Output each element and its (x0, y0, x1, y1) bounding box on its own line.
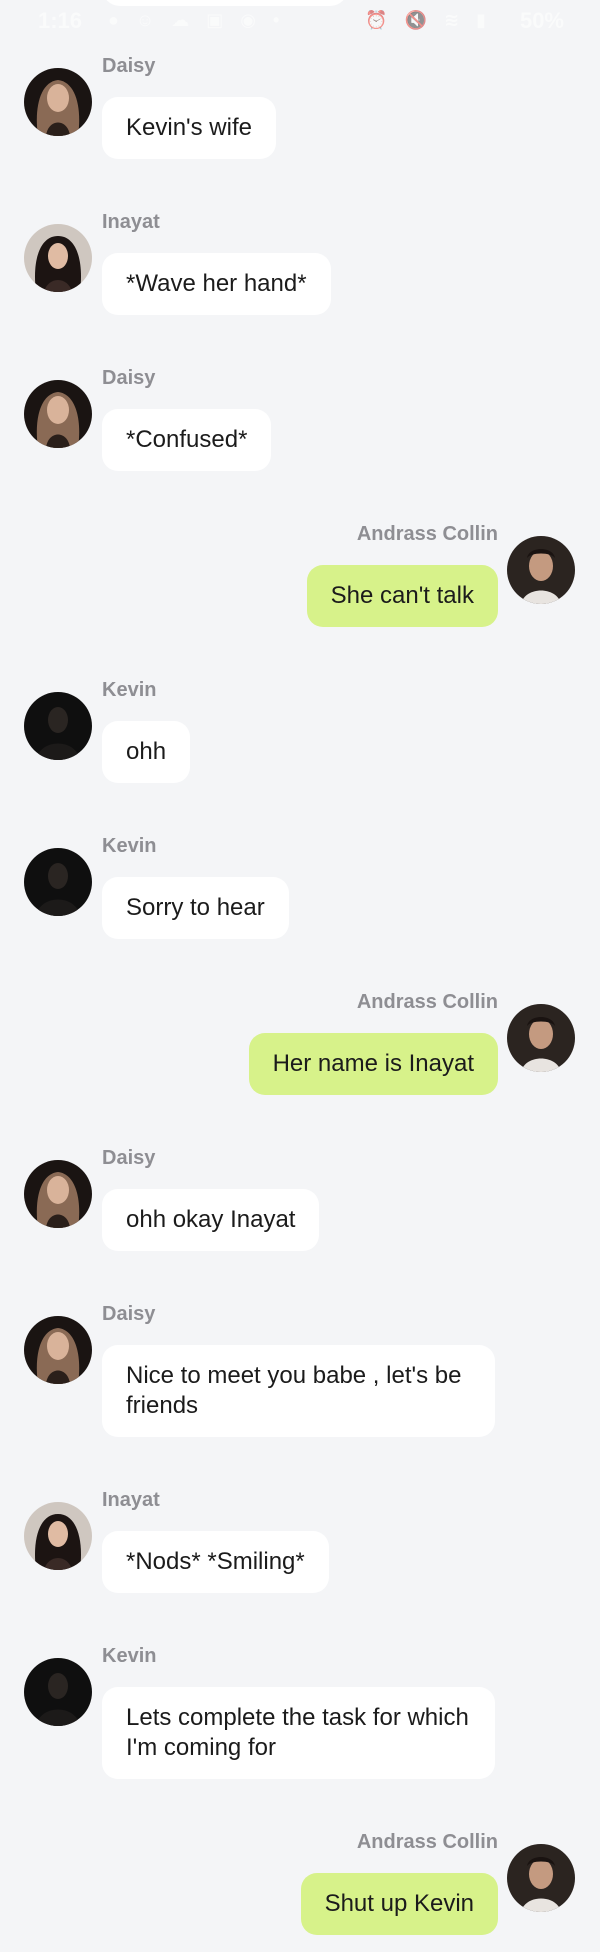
inayat-avatar[interactable] (24, 224, 92, 292)
chat-message: Daisy ohh okay Inayat (0, 1147, 600, 1257)
sender-name: Daisy (102, 1147, 156, 1169)
sender-name: Daisy (102, 367, 156, 389)
chat-message: Andrass Collin She can't talk (0, 523, 600, 633)
daisy-avatar[interactable] (24, 68, 92, 136)
daisy-avatar[interactable] (24, 1316, 92, 1384)
andrass-avatar[interactable] (507, 1844, 575, 1912)
chat-message: Daisy Kevin's wife (0, 55, 600, 165)
sender-name: Daisy (102, 1303, 156, 1325)
notification-icons: ● ☺ ☁ ▣ ◉ • (108, 10, 286, 30)
sender-name: Daisy (102, 55, 156, 77)
inayat-avatar[interactable] (24, 1502, 92, 1570)
daisy-avatar[interactable] (24, 1160, 92, 1228)
message-bubble[interactable]: She can't talk (306, 565, 498, 627)
system-icons: ⏰ 🔇 ≋ ▮ (365, 10, 492, 30)
kevin-avatar[interactable] (24, 1658, 92, 1726)
chat-message: Kevin ohh (0, 679, 600, 789)
chat-message: Kevin Lets complete the task for which I… (0, 1645, 600, 1785)
message-bubble[interactable]: Kevin's wife (102, 97, 276, 159)
kevin-avatar[interactable] (24, 692, 92, 760)
message-bubble[interactable]: *Wave her hand* (102, 253, 331, 315)
message-bubble[interactable]: Shut up Kevin (300, 1873, 498, 1935)
previous-message-bubble (102, 0, 348, 6)
chat-message: Daisy *Confused* (0, 367, 600, 477)
message-bubble[interactable]: *Nods* *Smiling* (102, 1531, 329, 1593)
daisy-avatar[interactable] (24, 380, 92, 448)
message-bubble[interactable]: ohh okay Inayat (102, 1189, 320, 1251)
chat-message: Andrass Collin Her name is Inayat (0, 991, 600, 1101)
status-time: 1:16 (38, 8, 83, 33)
sender-name: Andrass Collin (356, 1831, 498, 1853)
andrass-avatar[interactable] (507, 536, 575, 604)
sender-name: Andrass Collin (356, 523, 498, 545)
chat-message: Inayat *Nods* *Smiling* (0, 1489, 600, 1599)
sender-name: Kevin (102, 679, 157, 701)
message-bubble[interactable]: Sorry to hear (102, 877, 289, 939)
message-bubble[interactable]: Her name is Inayat (248, 1033, 498, 1095)
message-bubble[interactable]: Nice to meet you babe , let's be friends (102, 1345, 495, 1437)
sender-name: Andrass Collin (356, 991, 498, 1013)
message-bubble[interactable]: *Confused* (102, 409, 272, 471)
andrass-avatar[interactable] (507, 1004, 575, 1072)
chat-message: Kevin Sorry to hear (0, 835, 600, 945)
chat-message: Inayat *Wave her hand* (0, 211, 600, 321)
status-bar: 1:16 ● ☺ ☁ ▣ ◉ • ⏰ 🔇 ≋ ▮ 50% (0, 0, 600, 40)
sender-name: Inayat (102, 211, 160, 233)
message-bubble[interactable]: ohh (102, 721, 191, 783)
message-bubble[interactable]: Lets complete the task for which I'm com… (102, 1687, 495, 1779)
sender-name: Kevin (102, 835, 157, 857)
kevin-avatar[interactable] (24, 848, 92, 916)
chat-message: Andrass Collin Shut up Kevin (0, 1831, 600, 1941)
battery-level: 50% (519, 8, 564, 33)
chat-message: Daisy Nice to meet you babe , let's be f… (0, 1303, 600, 1443)
sender-name: Inayat (102, 1489, 160, 1511)
sender-name: Kevin (102, 1645, 157, 1667)
